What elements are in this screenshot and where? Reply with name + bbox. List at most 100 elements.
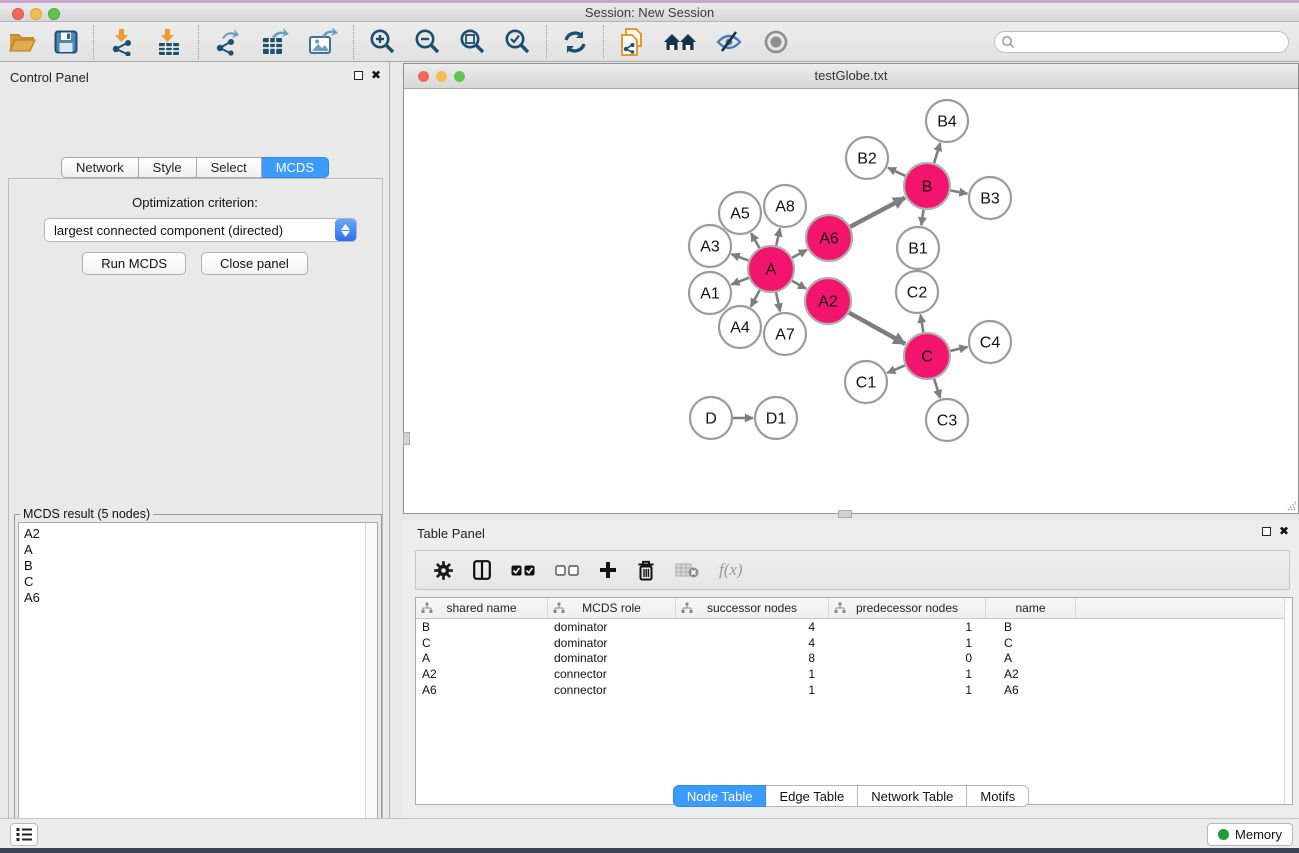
edge-A-A6[interactable] — [792, 250, 807, 258]
node-C[interactable]: C — [904, 333, 950, 379]
cell-MCDS-role[interactable]: connector — [548, 683, 676, 697]
node-A4[interactable]: A4 — [719, 306, 761, 348]
cell-predecessor-nodes[interactable]: 1 — [829, 636, 986, 650]
cell-name[interactable]: B — [986, 620, 1076, 634]
edge-A-A5[interactable] — [751, 233, 759, 248]
edge-C-C3[interactable] — [934, 379, 940, 398]
show-hide-panel-button[interactable] — [754, 25, 798, 59]
table-row[interactable]: A2connector11A2 — [416, 666, 1292, 682]
run-mcds-button[interactable]: Run MCDS — [82, 252, 186, 275]
cell-shared-name[interactable]: B — [416, 620, 548, 634]
mcds-result-item[interactable]: A2 — [19, 526, 377, 542]
open-browser-button[interactable] — [654, 25, 706, 59]
tab-node-table[interactable]: Node Table — [673, 785, 767, 807]
zoom-out-button[interactable] — [405, 25, 450, 59]
node-A6[interactable]: A6 — [806, 215, 852, 261]
cell-shared-name[interactable]: A6 — [416, 683, 548, 697]
cell-successor-nodes[interactable]: 1 — [676, 667, 829, 681]
column-header-predecessor-nodes[interactable]: predecessor nodes — [829, 598, 986, 618]
node-C4[interactable]: C4 — [969, 321, 1011, 363]
export-image-button[interactable] — [299, 25, 347, 59]
delete-table-button[interactable] — [675, 562, 699, 578]
node-A5[interactable]: A5 — [719, 192, 761, 234]
column-header-successor-nodes[interactable]: successor nodes — [676, 598, 829, 618]
cell-MCDS-role[interactable]: dominator — [548, 651, 676, 665]
node-C1[interactable]: C1 — [845, 361, 887, 403]
edge-C-C4[interactable] — [950, 347, 967, 351]
network-graph[interactable]: AA1A2A3A4A5A6A7A8BB1B2B3B4CC1C2C3C4DD1 — [404, 90, 1298, 513]
float-table-panel-icon[interactable] — [1262, 527, 1271, 536]
mcds-result-item[interactable]: A6 — [19, 590, 377, 606]
node-B4[interactable]: B4 — [926, 100, 968, 142]
optimization-criterion-dropdown[interactable]: largest connected component (directed) — [44, 218, 357, 242]
column-header-name[interactable]: name — [986, 598, 1076, 618]
tab-network[interactable]: Network — [61, 157, 139, 178]
edge-A-A7[interactable] — [776, 292, 780, 311]
node-C3[interactable]: C3 — [926, 399, 968, 441]
mcds-result-list[interactable]: A2ABCA6 — [18, 522, 378, 853]
node-B3[interactable]: B3 — [969, 177, 1011, 219]
hide-graphics-details-button[interactable] — [706, 25, 754, 59]
node-A2[interactable]: A2 — [805, 278, 851, 324]
node-D[interactable]: D — [690, 397, 732, 439]
deselect-all-button[interactable] — [555, 565, 579, 576]
edge-A2-C[interactable] — [849, 313, 905, 344]
node-B1[interactable]: B1 — [897, 227, 939, 269]
cell-MCDS-role[interactable]: dominator — [548, 620, 676, 634]
table-row[interactable]: Bdominator41B — [416, 619, 1292, 635]
edge-A-A4[interactable] — [751, 290, 760, 307]
edge-B-B1[interactable] — [921, 210, 923, 225]
tab-edge-table[interactable]: Edge Table — [766, 785, 858, 807]
edge-A-A8[interactable] — [776, 228, 780, 245]
cell-successor-nodes[interactable]: 8 — [676, 651, 829, 665]
mcds-result-item[interactable]: C — [19, 574, 377, 590]
cell-predecessor-nodes[interactable]: 0 — [829, 651, 986, 665]
open-file-button[interactable] — [0, 25, 45, 59]
node-A[interactable]: A — [748, 246, 794, 292]
table-row[interactable]: A6connector11A6 — [416, 682, 1292, 698]
column-header-MCDS-role[interactable]: MCDS role — [548, 598, 676, 618]
horizontal-split-handle[interactable] — [838, 510, 852, 518]
cell-predecessor-nodes[interactable]: 1 — [829, 620, 986, 634]
cell-successor-nodes[interactable]: 4 — [676, 620, 829, 634]
new-session-from-network-button[interactable] — [610, 25, 654, 59]
cell-MCDS-role[interactable]: dominator — [548, 636, 676, 650]
import-table-button[interactable] — [146, 25, 192, 59]
cell-name[interactable]: A6 — [986, 683, 1076, 697]
cell-name[interactable]: A — [986, 651, 1076, 665]
edge-A-A3[interactable] — [732, 254, 749, 260]
node-table[interactable]: shared nameMCDS rolesuccessor nodesprede… — [415, 597, 1293, 805]
tab-select[interactable]: Select — [197, 157, 262, 178]
close-panel-icon[interactable]: ✖ — [371, 70, 381, 80]
cell-name[interactable]: C — [986, 636, 1076, 650]
node-A8[interactable]: A8 — [764, 185, 806, 227]
cell-shared-name[interactable]: A — [416, 651, 548, 665]
network-canvas[interactable]: AA1A2A3A4A5A6A7A8BB1B2B3B4CC1C2C3C4DD1 — [404, 90, 1298, 513]
cell-MCDS-role[interactable]: connector — [548, 667, 676, 681]
tab-style[interactable]: Style — [139, 157, 197, 178]
table-settings-button[interactable] — [434, 561, 453, 580]
import-network-button[interactable] — [100, 25, 146, 59]
save-session-button[interactable] — [45, 25, 87, 59]
cell-successor-nodes[interactable]: 1 — [676, 683, 829, 697]
edge-A-A1[interactable] — [731, 278, 748, 285]
mcds-list-scrollbar[interactable] — [365, 523, 377, 853]
delete-rows-button[interactable] — [637, 560, 655, 581]
cell-name[interactable]: A2 — [986, 667, 1076, 681]
table-scrollbar[interactable] — [1284, 598, 1292, 804]
edge-B-B4[interactable] — [934, 143, 940, 163]
node-A1[interactable]: A1 — [689, 272, 731, 314]
edge-B-B2[interactable] — [888, 168, 905, 176]
mcds-result-item[interactable]: B — [19, 558, 377, 574]
select-all-button[interactable] — [511, 565, 535, 576]
tab-network-table[interactable]: Network Table — [858, 785, 967, 807]
mcds-result-item[interactable]: A — [19, 542, 377, 558]
close-table-panel-icon[interactable]: ✖ — [1279, 526, 1289, 536]
node-D1[interactable]: D1 — [755, 397, 797, 439]
node-B[interactable]: B — [904, 163, 950, 209]
tab-motifs[interactable]: Motifs — [967, 785, 1029, 807]
pane-divider-handle[interactable] — [403, 432, 410, 445]
function-builder-button[interactable]: f(x) — [719, 560, 743, 580]
close-panel-button[interactable]: Close panel — [201, 252, 308, 275]
cell-successor-nodes[interactable]: 4 — [676, 636, 829, 650]
